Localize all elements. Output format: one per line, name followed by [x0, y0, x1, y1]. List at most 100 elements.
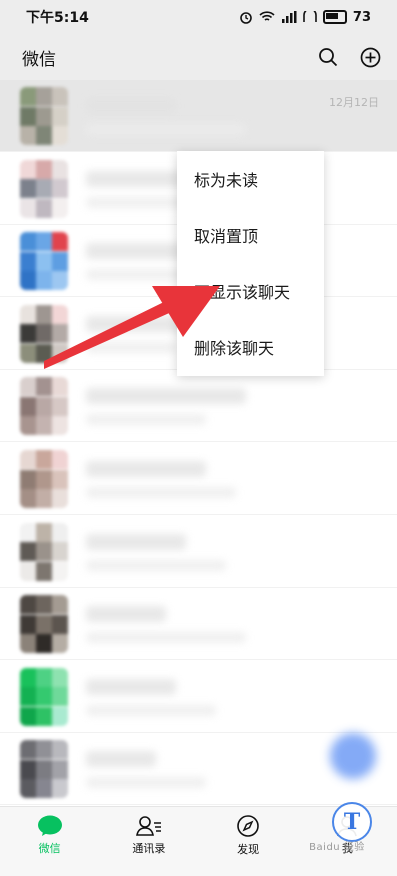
chat-name-blurred	[86, 461, 206, 477]
avatar-pixel	[52, 522, 68, 542]
avatar-pixel	[20, 343, 36, 363]
chat-bubble-icon	[37, 815, 62, 836]
search-button[interactable]	[317, 46, 339, 68]
tab-label-contacts: 通讯录	[132, 841, 166, 855]
avatar-pixel	[52, 489, 68, 508]
avatar-pixel	[36, 271, 52, 291]
avatar-pixel	[36, 561, 52, 581]
page-title: 微信	[22, 49, 56, 70]
avatar-pixel	[52, 343, 68, 363]
avatar-pixel	[36, 232, 52, 252]
avatar-pixel	[36, 198, 52, 218]
add-button[interactable]	[359, 46, 381, 68]
avatar-pixel	[20, 595, 36, 615]
avatar-pixel	[52, 740, 68, 760]
avatar	[20, 450, 68, 508]
header-actions	[317, 46, 381, 68]
chat-preview-blurred	[86, 704, 216, 716]
chat-row-pinned[interactable]: 12月12日	[0, 80, 397, 152]
avatar-pixel	[36, 126, 52, 145]
chat-row[interactable]	[0, 443, 397, 515]
avatar	[20, 304, 68, 363]
status-bar: 下午5:14 73	[0, 0, 397, 34]
chat-preview-blurred	[86, 777, 206, 789]
avatar	[20, 159, 68, 218]
avatar-pixel	[20, 561, 36, 581]
avatar-pixel	[20, 687, 36, 707]
avatar-pixel	[36, 489, 52, 508]
avatar-pixel	[20, 489, 36, 508]
avatar-pixel	[20, 779, 36, 799]
avatar-pixel	[36, 595, 52, 615]
avatar-pixel	[52, 126, 68, 145]
avatar-pixel	[20, 232, 36, 252]
avatar-pixel	[20, 106, 36, 126]
chat-preview-blurred	[86, 414, 206, 426]
tab-label-chats: 微信	[38, 841, 61, 855]
avatar	[20, 522, 68, 581]
avatar	[20, 87, 68, 145]
chat-row[interactable]	[0, 661, 397, 733]
menu-item-delete-chat[interactable]: 删除该聊天	[177, 319, 324, 375]
avatar-pixel	[20, 614, 36, 634]
avatar-pixel	[20, 450, 36, 469]
avatar-pixel	[20, 740, 36, 760]
floating-button[interactable]	[330, 733, 376, 779]
avatar-pixel	[36, 179, 52, 199]
chat-preview-blurred	[86, 559, 226, 571]
avatar	[20, 667, 68, 726]
avatar-pixel	[36, 687, 52, 707]
avatar-pixel	[52, 416, 68, 436]
avatar-pixel	[52, 561, 68, 581]
avatar-pixel	[36, 396, 52, 416]
watermark-badge: T	[332, 802, 372, 842]
avatar-pixel	[52, 542, 68, 562]
menu-item-mark-unread[interactable]: 标为未读	[177, 151, 324, 207]
avatar-pixel	[36, 377, 52, 397]
baidu-watermark: T Baidu 经验	[282, 798, 392, 862]
avatar-pixel	[52, 251, 68, 271]
avatar-pixel	[52, 87, 68, 106]
avatar-pixel	[36, 634, 52, 654]
avatar-pixel	[36, 159, 52, 179]
avatar-pixel	[52, 706, 68, 726]
avatar-pixel	[52, 232, 68, 252]
avatar-pixel	[52, 396, 68, 416]
avatar-pixel	[36, 304, 52, 324]
avatar-pixel	[20, 522, 36, 542]
chat-name-blurred	[86, 751, 156, 768]
avatar-pixel	[52, 469, 68, 489]
avatar-pixel	[52, 106, 68, 126]
avatar-pixel	[36, 450, 52, 469]
avatar-pixel	[52, 450, 68, 469]
avatar	[20, 232, 68, 291]
avatar	[20, 377, 68, 436]
avatar-pixel	[52, 595, 68, 615]
avatar-pixel	[36, 542, 52, 562]
menu-item-unpin[interactable]: 取消置顶	[177, 207, 324, 263]
chat-name-blurred	[86, 98, 176, 114]
chat-row[interactable]	[0, 588, 397, 661]
wifi-icon	[259, 11, 275, 21]
menu-item-hide-chat[interactable]: 不显示该聊天	[177, 263, 324, 319]
status-time: 下午5:14	[26, 10, 89, 26]
chat-name-blurred	[86, 533, 186, 550]
battery-icon	[322, 10, 347, 24]
tab-contacts[interactable]: 通讯录	[99, 807, 198, 863]
chat-row[interactable]	[0, 516, 397, 588]
avatar	[20, 740, 68, 799]
avatar	[20, 595, 68, 654]
avatar-pixel	[52, 634, 68, 654]
watermark-text: Baidu 经验	[309, 842, 365, 853]
avatar-pixel	[36, 740, 52, 760]
chat-row[interactable]	[0, 370, 397, 443]
avatar-pixel	[52, 759, 68, 779]
tab-chats[interactable]: 微信	[0, 807, 99, 863]
status-icons: 73	[239, 10, 371, 25]
chat-preview-blurred	[86, 341, 176, 353]
avatar-pixel	[20, 251, 36, 271]
chat-preview-blurred	[86, 124, 246, 135]
context-menu: 标为未读 取消置顶 不显示该聊天 删除该聊天	[177, 151, 324, 376]
avatar-pixel	[20, 667, 36, 687]
avatar-pixel	[52, 304, 68, 324]
